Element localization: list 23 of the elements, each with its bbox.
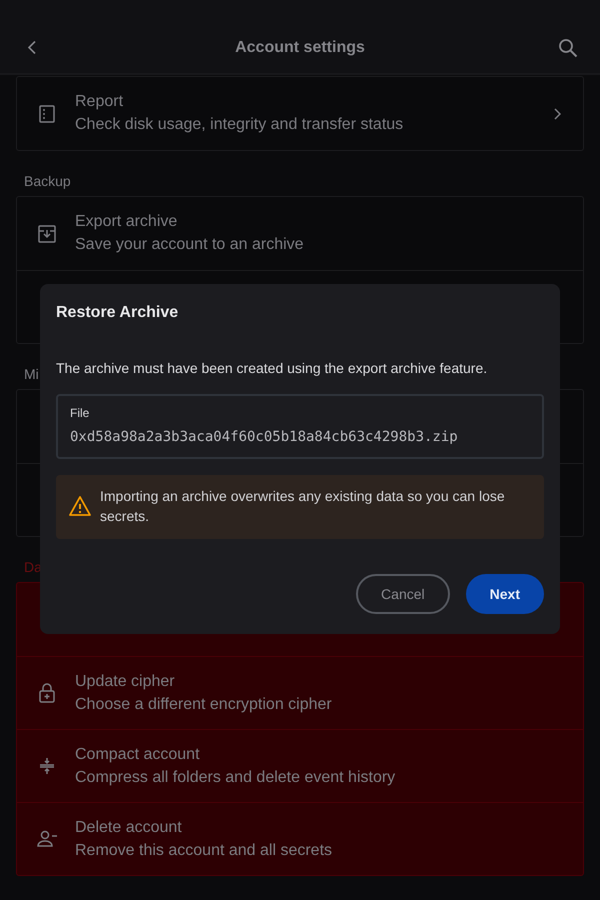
setting-description: Compress all folders and delete event history xyxy=(75,768,396,786)
warning-text: Importing an archive overwrites any existing data so you can lose secrets. xyxy=(100,487,506,526)
setting-title[interactable]: Update cipher xyxy=(75,672,567,690)
setting-description: Remove this account and all secrets xyxy=(75,842,334,860)
setting-title[interactable]: Export archive xyxy=(75,213,567,231)
section-header: Mi xyxy=(23,365,40,384)
dialog-message: The archive must have been created using the export archive feature. xyxy=(56,360,488,376)
setting-description: Choose a different encryption cipher xyxy=(75,696,333,714)
setting-description: Save your account to an archive xyxy=(75,236,305,254)
warning-icon xyxy=(68,494,92,518)
cancel-button[interactable]: Cancel xyxy=(356,574,450,614)
back-icon xyxy=(28,41,36,54)
page-title: Account settings xyxy=(235,38,365,56)
dialog-title: Restore Archive xyxy=(56,304,180,322)
setting-description: Check disk usage, integrity and transfer status xyxy=(75,116,404,134)
section-header: Backup xyxy=(23,172,72,191)
setting-title[interactable]: Report xyxy=(75,93,554,111)
setting-title[interactable]: Delete account xyxy=(75,818,567,836)
next-button[interactable]: Next xyxy=(466,574,544,614)
field-label: File xyxy=(70,406,90,420)
file-name: 0xd58a98a2a3b3aca04f60c05b18a84cb63c4298b3.zip xyxy=(70,429,459,445)
file-field[interactable]: File 0xd58a98a2a3b3aca04f60c05b18a84cb63c4298b3.zip xyxy=(56,394,544,459)
setting-title[interactable]: Compact account xyxy=(75,746,567,764)
